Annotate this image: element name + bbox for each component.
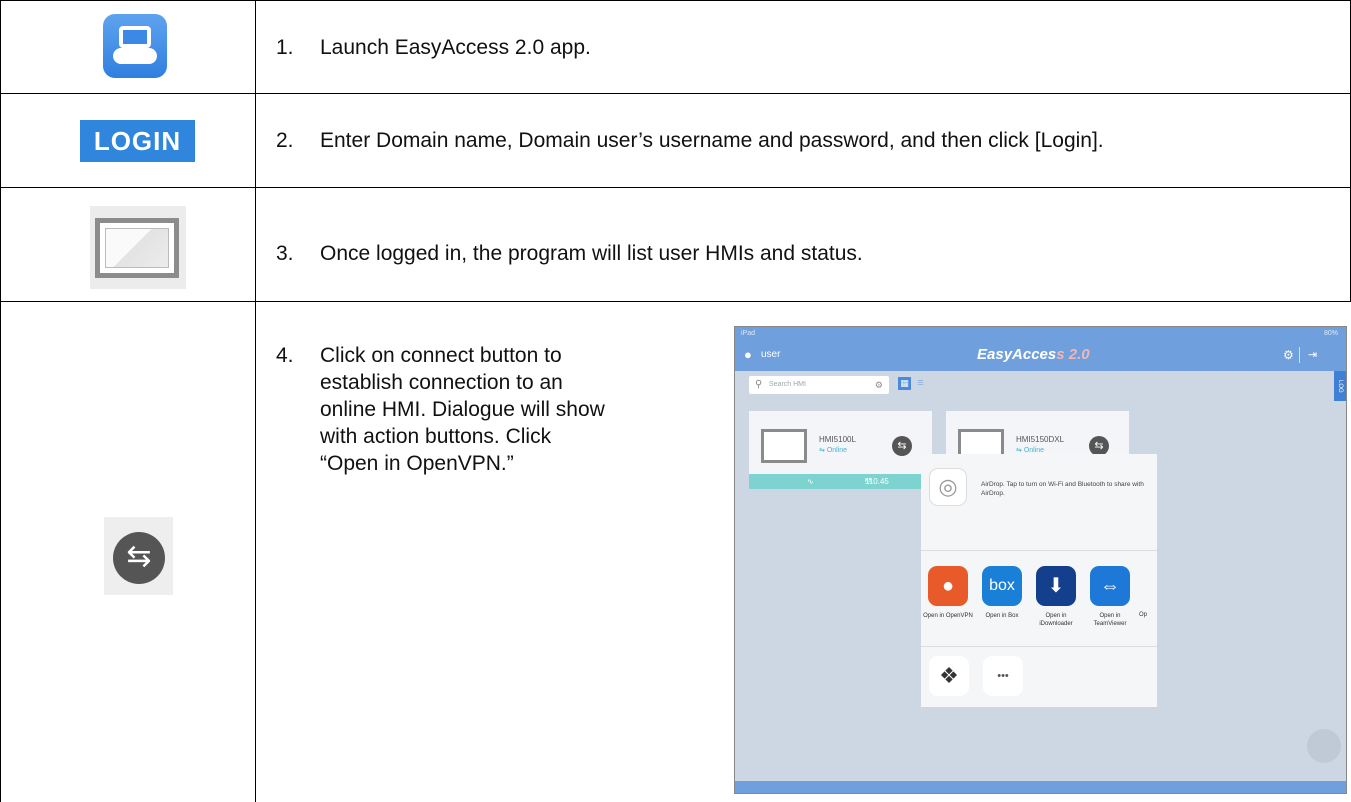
- login-button[interactable]: LOGIN: [80, 120, 195, 162]
- step-line: with action buttons. Click: [320, 425, 552, 448]
- logout-icon[interactable]: ⇥: [1308, 348, 1317, 361]
- step-number: 3.: [276, 242, 294, 265]
- log-tab[interactable]: LOG: [1334, 371, 1346, 401]
- battery-label: 80%: [1323, 330, 1338, 337]
- user-label[interactable]: user: [761, 349, 780, 360]
- step-number: 1.: [276, 36, 294, 59]
- instruction-table: 1. Launch EasyAccess 2.0 app. LOGIN 2. E…: [0, 0, 1351, 802]
- step-text: Click on connect button to establish con…: [320, 342, 605, 477]
- app-title-version: s 2.0: [1056, 346, 1090, 363]
- app-label: Open in Box: [985, 613, 1019, 619]
- row-divider: [0, 93, 1351, 94]
- row-divider: [0, 301, 1351, 302]
- open-in-openvpn-button[interactable]: ● Open in OpenVPN: [923, 566, 973, 620]
- user-icon[interactable]: ●: [744, 347, 752, 362]
- step-text: Launch EasyAccess 2.0 app.: [320, 36, 591, 59]
- step-line: Click on connect button to: [320, 344, 562, 367]
- column-divider: [255, 0, 256, 802]
- connect-button[interactable]: ⇆: [1089, 436, 1109, 456]
- hmi-name: HMI5150DXL: [1016, 435, 1065, 444]
- app-title-main: EasyAcces: [977, 346, 1057, 363]
- row-divider: [0, 187, 1351, 188]
- hmi-status-text: Online: [826, 447, 848, 454]
- connect-icon[interactable]: ⇆: [113, 532, 165, 584]
- hmi-name: HMI5100L: [819, 435, 856, 444]
- carrier-label: iPad: [741, 330, 756, 337]
- floating-button[interactable]: [1307, 729, 1341, 763]
- step-line: establish connection to an: [320, 371, 563, 394]
- idownloader-icon: ⬇: [1036, 566, 1076, 606]
- speed-bar: ∿ 110.45 KB: [749, 474, 932, 489]
- search-input[interactable]: ⚲ Search HMI ⚙: [749, 376, 889, 394]
- openvpn-icon: ●: [928, 566, 968, 606]
- app-title: EasyAccess 2.0: [977, 346, 1090, 363]
- search-placeholder: Search HMI: [769, 381, 806, 388]
- open-in-teamviewer-button[interactable]: ⇔ Open in TeamViewer: [1085, 566, 1135, 628]
- more-app-label: Op: [1139, 612, 1148, 618]
- hmi-status-text: Online: [1023, 447, 1045, 454]
- airdrop-icon[interactable]: ◎: [929, 468, 967, 506]
- step-text: Once logged in, the program will list us…: [320, 242, 863, 265]
- app-icon-screen: [119, 26, 151, 48]
- step-line: online HMI. Dialogue will show: [320, 398, 605, 421]
- navbar-separator: [1299, 347, 1300, 363]
- share-sheet: ◎ AirDrop. Tap to turn on Wi-Fi and Blue…: [921, 454, 1157, 707]
- step-text: Enter Domain name, Domain user’s usernam…: [320, 129, 1104, 152]
- app-label: Open in TeamViewer: [1093, 613, 1127, 627]
- app-label: Open in iDownloader: [1039, 613, 1073, 627]
- bottom-bar: [735, 781, 1346, 793]
- more-icon[interactable]: •••: [983, 656, 1023, 696]
- connect-button[interactable]: ⇆: [892, 436, 912, 456]
- hmi-status: ⇋ Online: [819, 447, 848, 454]
- table-border-left: [0, 0, 1, 802]
- ipad-screenshot: iPad 80% ● user EasyAccess 2.0 ⚙ ⇥ LOG ⚲…: [734, 326, 1347, 794]
- hmi-icon: [95, 218, 179, 278]
- open-in-box-button[interactable]: box Open in Box: [977, 566, 1027, 620]
- speed-unit: KB: [865, 478, 872, 484]
- table-border-top: [0, 0, 1351, 1]
- teamviewer-icon: ⇔: [1090, 566, 1130, 606]
- open-in-idownloader-button[interactable]: ⬇ Open in iDownloader: [1031, 566, 1081, 628]
- box-icon: box: [982, 566, 1022, 606]
- app-navbar: ● user EasyAccess 2.0 ⚙ ⇥: [735, 341, 1346, 371]
- gear-icon[interactable]: ⚙: [1283, 348, 1294, 362]
- app-label: Open in OpenVPN: [923, 613, 973, 619]
- app-icon-cloud: [113, 48, 157, 64]
- step-line: “Open in OpenVPN.”: [320, 452, 514, 475]
- sheet-divider: [921, 646, 1157, 647]
- search-icon: ⚲: [755, 379, 763, 390]
- ios-status-bar: iPad 80%: [735, 327, 1346, 341]
- speed-value: ∿ 110.45 KB: [807, 474, 889, 489]
- sheet-divider: [921, 550, 1157, 551]
- hmi-thumbnail: [761, 429, 807, 463]
- grid-view-icon[interactable]: ▦: [898, 377, 911, 390]
- step-number: 2.: [276, 129, 294, 152]
- dropbox-icon[interactable]: ❖: [929, 656, 969, 696]
- list-view-icon[interactable]: ≡: [914, 377, 927, 390]
- easyaccess-app-icon[interactable]: [103, 14, 167, 78]
- step-number: 4.: [276, 344, 294, 367]
- airdrop-text: AirDrop. Tap to turn on Wi-Fi and Blueto…: [981, 481, 1144, 497]
- filter-icon[interactable]: ⚙: [875, 376, 883, 394]
- hmi-screen: [105, 228, 169, 268]
- hmi-status: ⇋ Online: [1016, 447, 1045, 454]
